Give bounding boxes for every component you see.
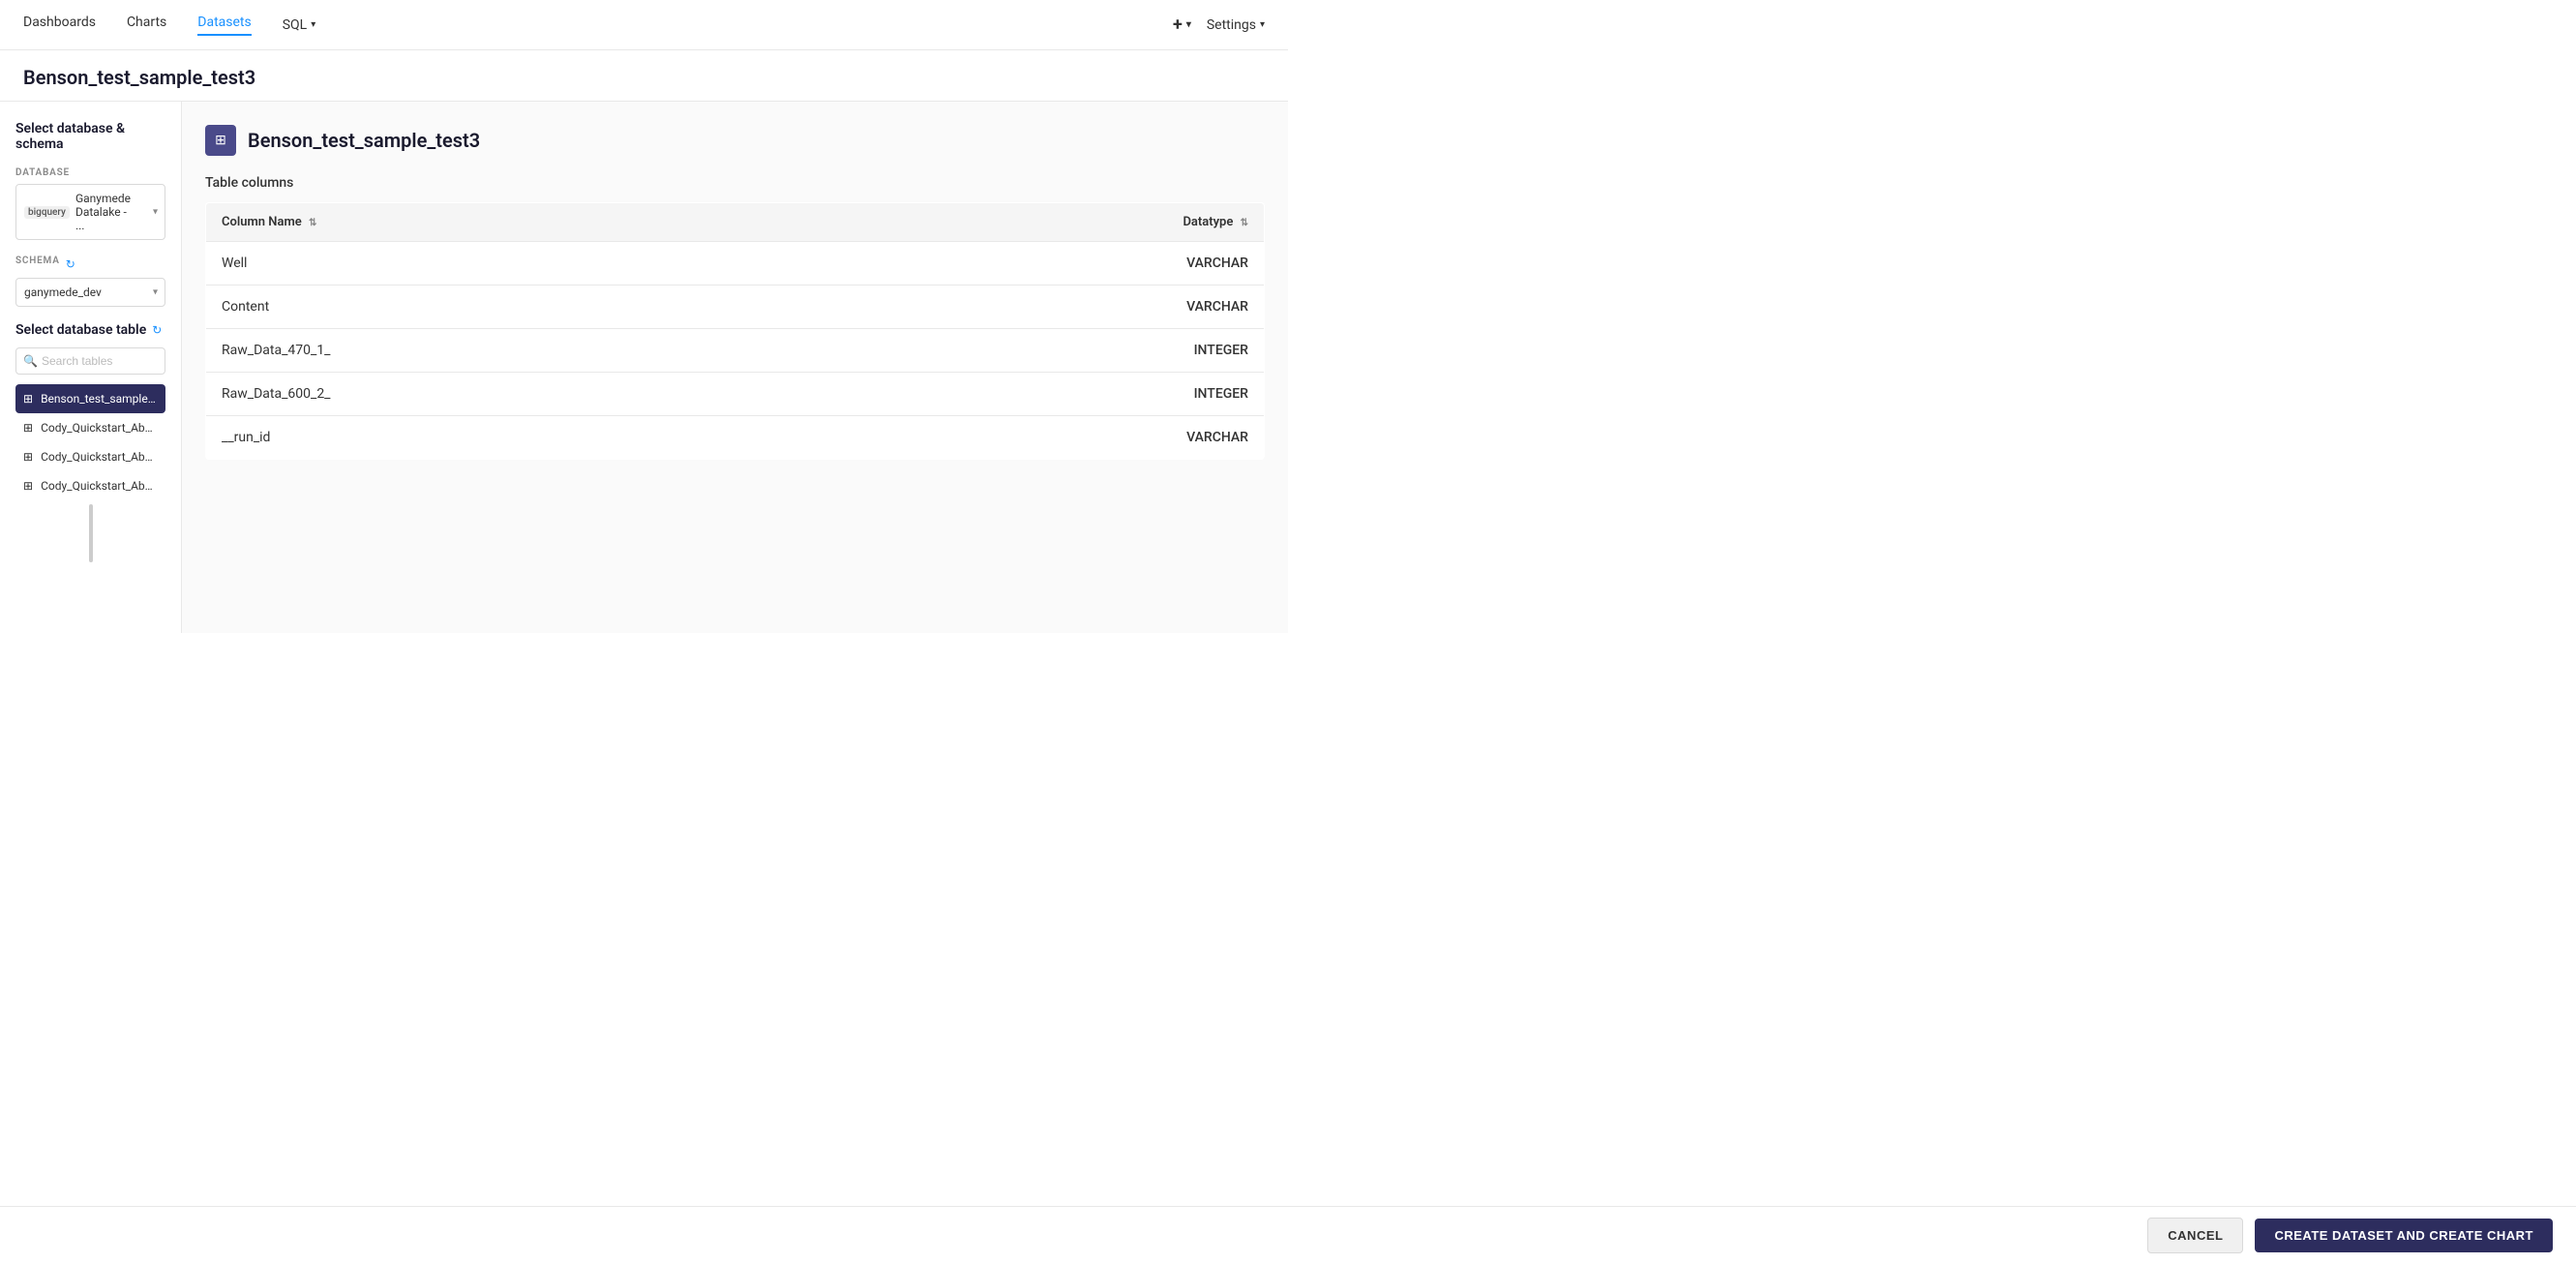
cancel-button[interactable]: CANCEL [2147, 1218, 2243, 1253]
nav-item-dashboards[interactable]: Dashboards [23, 15, 96, 36]
sort-icon: ⇅ [309, 218, 316, 228]
dataset-header: ⊞ Benson_test_sample_test3 [205, 125, 1265, 156]
col-type-cell: VARCHAR [832, 286, 1265, 329]
plus-icon: + [1173, 15, 1183, 35]
col-type-cell: INTEGER [832, 329, 1265, 373]
schema-select-wrapper: ganymede_dev ▾ [15, 278, 165, 307]
table-list-item[interactable]: ⊞ Benson_test_sample_test3 [15, 384, 165, 413]
table-icon: ⊞ [23, 392, 33, 406]
schema-label-row: SCHEMA ↻ [15, 256, 165, 272]
sort-icon: ⇅ [1241, 218, 1248, 228]
table-row: __run_idVARCHAR [206, 416, 1265, 460]
db-value: Ganymede Datalake - ... [75, 192, 137, 232]
table-list-item[interactable]: ⊞ Cody_Quickstart_Absorbance_Change_E [15, 413, 165, 442]
page-title: Benson_test_sample_test3 [23, 66, 1265, 89]
sidebar-section-title: Select database & schema [15, 121, 165, 152]
schema-select[interactable]: ganymede_dev [15, 278, 165, 307]
nav-sql-label: SQL [283, 17, 307, 33]
db-label: DATABASE [15, 167, 165, 178]
dataset-title: Benson_test_sample_test3 [248, 129, 480, 152]
table-name: Cody_Quickstart_Absorbance_Change_T [41, 450, 158, 464]
page-title-bar: Benson_test_sample_test3 [0, 50, 1288, 102]
schema-refresh-icon[interactable]: ↻ [66, 257, 75, 271]
table-name: Cody_Quickstart_Absorbance_Change_E [41, 421, 158, 435]
table-icon: ⊞ [23, 479, 33, 493]
col-type-cell: VARCHAR [832, 242, 1265, 286]
table-name: Cody_Quickstart_Absorbance_Change_T [41, 479, 158, 493]
col-name-cell: __run_id [206, 416, 832, 460]
search-wrapper: 🔍 [15, 347, 165, 375]
nav-plus-button[interactable]: + ▾ [1173, 15, 1191, 35]
col-name-cell: Raw_Data_470_1_ [206, 329, 832, 373]
nav-item-charts[interactable]: Charts [127, 15, 166, 36]
schema-value: ganymede_dev [24, 286, 102, 299]
table-icon: ⊞ [23, 421, 33, 435]
columns-table: Column Name ⇅ Datatype ⇅ WellVARCHARCont… [205, 202, 1265, 460]
table-refresh-icon[interactable]: ↻ [152, 323, 162, 337]
nav-items: Dashboards Charts Datasets SQL ▾ [23, 15, 1173, 36]
col-type-cell: INTEGER [832, 373, 1265, 416]
settings-chevron-icon: ▾ [1260, 19, 1265, 30]
table-icon: ⊞ [23, 450, 33, 464]
table-row: WellVARCHAR [206, 242, 1265, 286]
search-input[interactable] [15, 347, 165, 375]
nav-settings-button[interactable]: Settings ▾ [1207, 17, 1265, 33]
table-list: ⊞ Benson_test_sample_test3 ⊞ Cody_Quicks… [15, 384, 165, 500]
table-list-item[interactable]: ⊞ Cody_Quickstart_Absorbance_Change_T [15, 471, 165, 500]
sidebar: Select database & schema DATABASE bigque… [0, 102, 182, 633]
main-layout: Select database & schema DATABASE bigque… [0, 102, 1288, 633]
table-section-title: Select database table [15, 322, 146, 338]
table-columns-label: Table columns [205, 175, 1265, 191]
table-header-row: Column Name ⇅ Datatype ⇅ [206, 203, 1265, 242]
search-icon: 🔍 [23, 354, 38, 368]
schema-label: SCHEMA [15, 256, 60, 266]
table-list-item[interactable]: ⊞ Cody_Quickstart_Absorbance_Change_T [15, 442, 165, 471]
bottom-bar: CANCEL CREATE DATASET AND CREATE CHART [0, 1206, 2576, 1264]
table-name: Benson_test_sample_test3 [41, 392, 158, 406]
table-row: Raw_Data_600_2_INTEGER [206, 373, 1265, 416]
col-type-header[interactable]: Datatype ⇅ [832, 203, 1265, 242]
top-nav: Dashboards Charts Datasets SQL ▾ + ▾ Set… [0, 0, 1288, 50]
col-name-cell: Well [206, 242, 832, 286]
scroll-indicator [89, 504, 93, 562]
db-select-wrapper: bigquery Ganymede Datalake - ... ▾ [15, 184, 165, 240]
db-badge: bigquery [24, 206, 70, 219]
nav-item-datasets[interactable]: Datasets [197, 15, 251, 36]
table-row: Raw_Data_470_1_INTEGER [206, 329, 1265, 373]
col-type-cell: VARCHAR [832, 416, 1265, 460]
db-select[interactable]: bigquery Ganymede Datalake - ... [15, 184, 165, 240]
nav-right: + ▾ Settings ▾ [1173, 15, 1265, 35]
create-dataset-button[interactable]: CREATE DATASET AND CREATE CHART [2255, 1219, 2553, 1252]
plus-chevron-icon: ▾ [1186, 19, 1191, 30]
nav-sql-chevron: ▾ [311, 19, 315, 30]
table-section-title-row: Select database table ↻ [15, 322, 165, 338]
table-row: ContentVARCHAR [206, 286, 1265, 329]
col-name-cell: Raw_Data_600_2_ [206, 373, 832, 416]
col-name-header[interactable]: Column Name ⇅ [206, 203, 832, 242]
nav-item-sql[interactable]: SQL ▾ [283, 17, 316, 33]
settings-label: Settings [1207, 17, 1256, 33]
dataset-table-icon: ⊞ [205, 125, 236, 156]
col-name-cell: Content [206, 286, 832, 329]
right-content: ⊞ Benson_test_sample_test3 Table columns… [182, 102, 1288, 633]
